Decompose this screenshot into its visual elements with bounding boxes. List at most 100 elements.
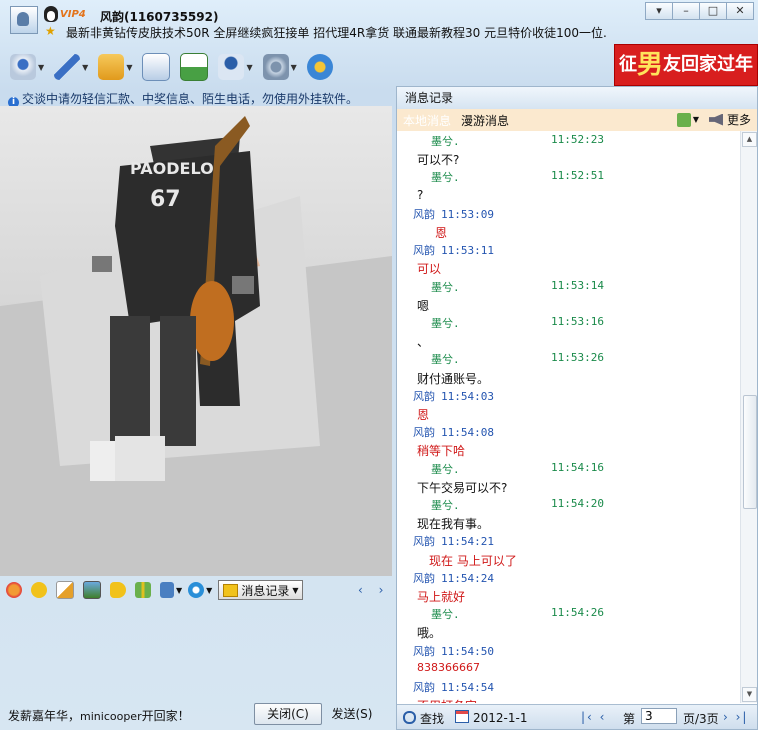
message-time: 11:53:09 xyxy=(441,207,494,221)
message-header: 风韵 11:53:11 xyxy=(413,242,494,258)
scroll-down-button[interactable]: ▼ xyxy=(742,687,757,702)
message-sender: 墨兮. xyxy=(431,135,460,148)
music-icon[interactable] xyxy=(110,582,126,598)
webcam-button[interactable]: ▼ xyxy=(10,54,44,80)
page-number-input[interactable] xyxy=(641,708,677,724)
message-sender: 风韵 xyxy=(413,389,435,403)
send-button[interactable]: 发送(S) xyxy=(326,703,378,725)
user-info-icon xyxy=(218,54,245,80)
status-suffix: 开回家！ xyxy=(141,709,190,723)
history-footer: 查找 2012-1-1 |‹ ‹ 第 页/3页 › ›| xyxy=(397,704,757,729)
search-button[interactable]: 查找 xyxy=(403,710,444,727)
message-sender: 墨兮. xyxy=(431,280,460,294)
scroll-thumb[interactable] xyxy=(743,395,757,509)
export-icon[interactable] xyxy=(676,112,691,127)
contact-signature: 最新非黄钻传皮肤技术50R 全屏继续疯狂接单 招代理4R拿货 联通最新教程30 … xyxy=(66,26,607,40)
message-sender: 墨兮. xyxy=(431,462,460,476)
close-button[interactable]: 关闭(C) xyxy=(254,703,322,725)
window-controls: ▾ – □ ✕ xyxy=(645,2,754,20)
first-page-button[interactable]: |‹ ‹ xyxy=(581,710,606,724)
contact-show-image: PAODELO 67 xyxy=(0,116,392,576)
message-header: 风韵 11:54:08 xyxy=(413,424,494,440)
message-text: 哦。 xyxy=(417,626,442,641)
last-page-button[interactable]: › ›| xyxy=(723,710,748,724)
message-sender: 墨兮. xyxy=(431,608,460,622)
emoji-icon[interactable] xyxy=(31,582,47,598)
star-icon: ★ xyxy=(45,24,56,38)
svg-text:67: 67 xyxy=(150,187,181,212)
maximize-button[interactable]: □ xyxy=(699,2,727,20)
message-sender: 墨兮. xyxy=(431,353,460,367)
contact-show-area: PAODELO 67 xyxy=(0,106,392,576)
add-contact-button[interactable] xyxy=(180,53,209,81)
message-header: 墨兮. 11:53:16 xyxy=(431,315,604,331)
message-text: 838366667 xyxy=(417,660,480,674)
message-header: 风韵 11:54:54 xyxy=(413,679,494,695)
ad-text: 征 xyxy=(618,54,637,75)
calendar-icon xyxy=(455,710,469,723)
settings-button[interactable]: ▼ xyxy=(262,54,297,80)
message-time: 11:52:51 xyxy=(551,169,604,183)
scroll-up-button[interactable]: ▲ xyxy=(742,132,757,147)
message-sender: 墨兮. xyxy=(431,499,460,512)
screenshot-icon[interactable] xyxy=(160,582,174,598)
search-label: 查找 xyxy=(420,712,445,726)
mail-button[interactable] xyxy=(142,53,171,81)
message-time: 11:53:26 xyxy=(551,351,604,365)
ad-banner[interactable]: 征男友回家过年 xyxy=(614,44,758,86)
message-record-button[interactable]: 消息记录 ▼ xyxy=(218,580,304,600)
vip-badge: VIP4 xyxy=(60,9,86,20)
toolbar-scroll-arrows[interactable]: ‹ › xyxy=(358,583,389,597)
message-text: 财付通账号。 xyxy=(417,371,490,386)
history-title: 消息记录 xyxy=(397,87,757,109)
message-time: 11:53:14 xyxy=(551,278,604,292)
contact-name[interactable]: 风韵(1160735592) xyxy=(100,8,218,25)
ad-text-big: 男 xyxy=(636,50,663,80)
close-window-button[interactable]: ✕ xyxy=(726,2,754,20)
message-text: ? xyxy=(417,187,424,202)
message-time: 11:54:26 xyxy=(551,606,604,620)
font-icon[interactable] xyxy=(6,582,22,598)
message-text: 马上就好 xyxy=(417,590,466,604)
folder-send-icon xyxy=(98,54,125,80)
file-transfer-button[interactable]: ▼ xyxy=(98,54,132,80)
history-scrollbar[interactable]: ▲ ▼ xyxy=(740,131,757,703)
contact-avatar[interactable] xyxy=(10,6,38,34)
message-record-label: 消息记录 xyxy=(241,583,290,598)
message-header: 墨兮. 11:52:23 xyxy=(431,133,604,149)
message-time: 11:54:03 xyxy=(441,389,494,403)
message-sender: 风韵 xyxy=(413,644,435,658)
message-header: 墨兮. 11:53:26 xyxy=(431,351,604,367)
user-info-button[interactable]: ▼ xyxy=(218,54,253,80)
tab-local-messages[interactable]: 本地消息 xyxy=(403,112,451,129)
message-text: 现在 马上可以了 xyxy=(429,553,517,568)
speaker-icon[interactable] xyxy=(708,113,723,126)
history-tools: ▼ 更多 xyxy=(676,111,751,128)
message-text: 恩 xyxy=(435,226,448,240)
message-sender: 风韵 xyxy=(413,207,435,221)
message-header: 墨兮. 11:53:14 xyxy=(431,279,604,295)
message-header: 风韵 11:54:03 xyxy=(413,388,494,404)
message-text: 可以 xyxy=(417,262,442,277)
message-text: 嗯 xyxy=(417,298,430,313)
tab-roaming-messages[interactable]: 漫游消息 xyxy=(461,112,509,129)
message-header: 墨兮. 11:52:51 xyxy=(431,169,604,185)
voice-button[interactable]: ▼ xyxy=(54,54,88,80)
message-time: 11:54:50 xyxy=(441,644,494,658)
minimize-button[interactable]: – xyxy=(672,2,700,20)
date-picker[interactable]: 2012-1-1 xyxy=(455,710,527,725)
sogou-icon[interactable] xyxy=(188,582,205,598)
date-value: 2012-1-1 xyxy=(473,711,528,725)
message-time: 11:54:54 xyxy=(441,681,494,694)
message-sender: 风韵 xyxy=(413,681,435,694)
image-icon[interactable] xyxy=(83,581,101,599)
gift-icon[interactable] xyxy=(135,582,151,598)
more-button[interactable]: 更多 xyxy=(727,111,751,128)
doodle-icon[interactable] xyxy=(56,581,74,599)
message-text: 恩 xyxy=(417,408,430,422)
settings-icon xyxy=(262,54,289,80)
app-button[interactable] xyxy=(306,54,333,80)
message-record-icon xyxy=(223,583,239,597)
status-ad-text[interactable]: 发薪嘉年华，minicooper开回家！ xyxy=(8,707,190,724)
menu-button[interactable]: ▾ xyxy=(645,2,673,20)
